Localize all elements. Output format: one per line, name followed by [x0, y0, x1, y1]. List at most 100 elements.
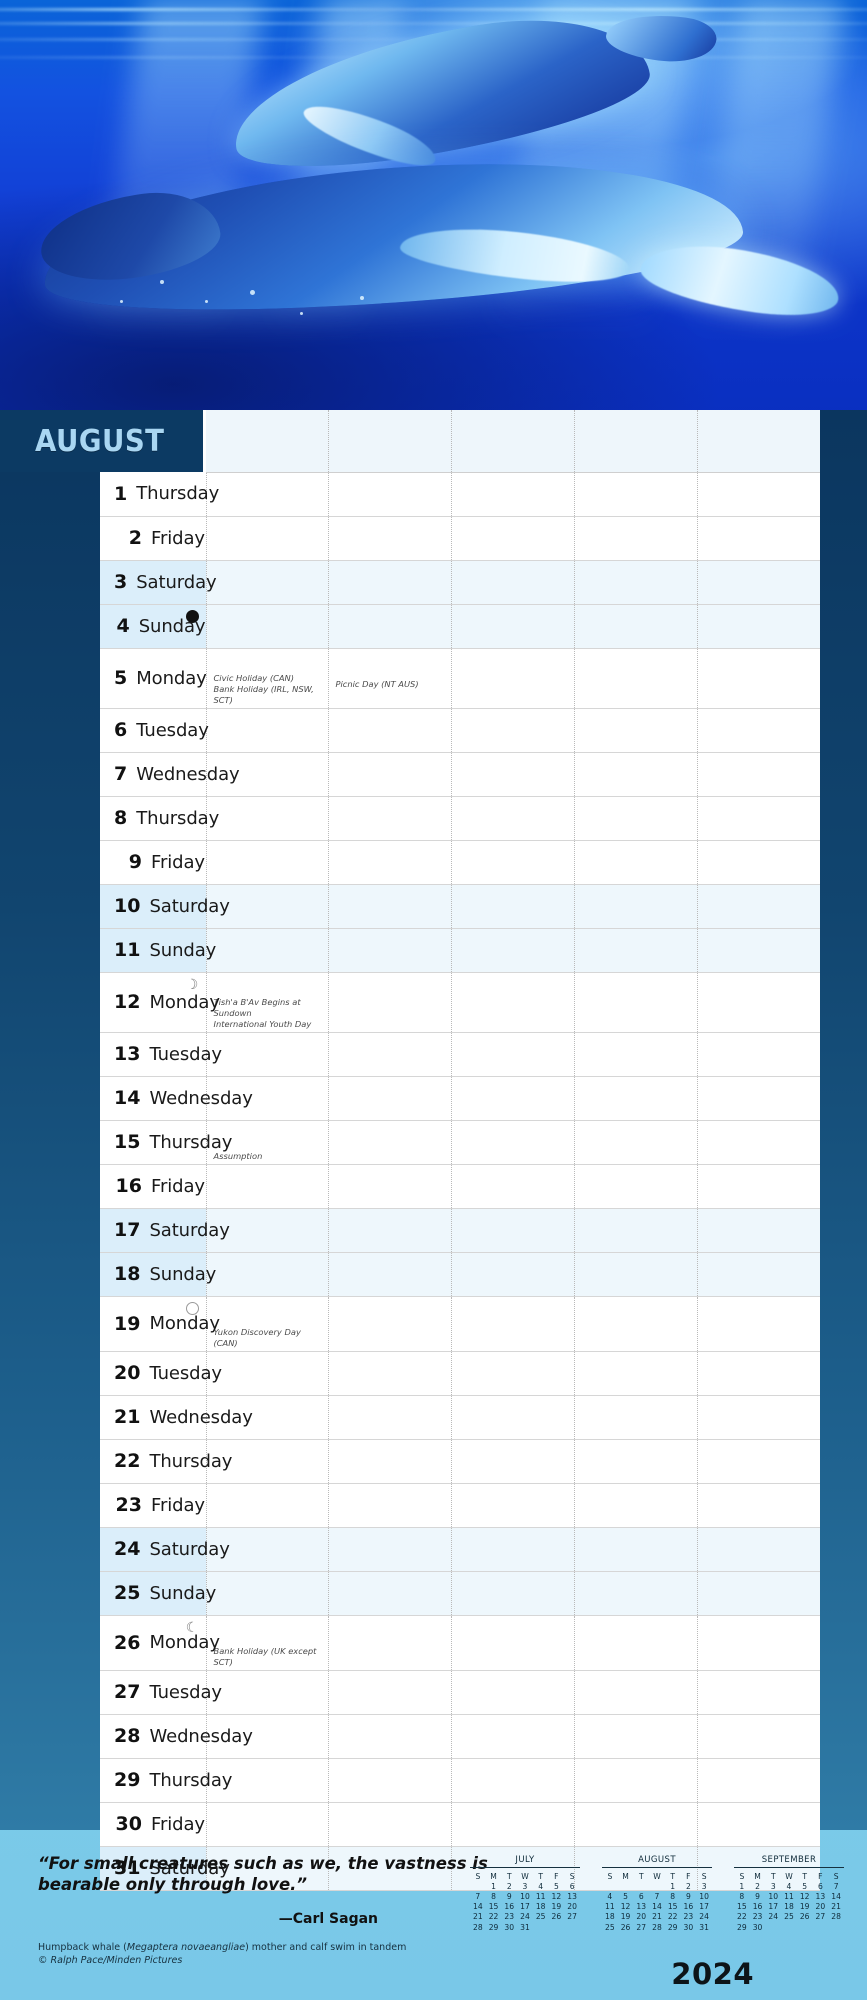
entry-cell[interactable]: [328, 472, 452, 517]
entry-cell[interactable]: [697, 1164, 820, 1209]
notes-cell[interactable]: [206, 1802, 329, 1847]
entry-cell[interactable]: [451, 516, 575, 561]
entry-cell[interactable]: [328, 708, 452, 753]
entry-cell[interactable]: [574, 472, 698, 517]
notes-cell[interactable]: [206, 1032, 329, 1077]
entry-cell[interactable]: [328, 560, 452, 605]
notes-cell[interactable]: [206, 1164, 329, 1209]
entry-cell[interactable]: [697, 1670, 820, 1715]
entry-cell[interactable]: [451, 1296, 575, 1352]
entry-cell[interactable]: [328, 1758, 452, 1803]
entry-cell[interactable]: [574, 648, 698, 709]
entry-cell[interactable]: [451, 708, 575, 753]
entry-cell[interactable]: [451, 560, 575, 605]
entry-cell[interactable]: [697, 840, 820, 885]
header-cell-5[interactable]: [697, 410, 820, 473]
entry-cell[interactable]: [574, 1483, 698, 1528]
entry-cell[interactable]: [328, 1351, 452, 1396]
entry-cell[interactable]: [574, 752, 698, 797]
entry-cell[interactable]: [697, 752, 820, 797]
entry-cell[interactable]: [451, 1670, 575, 1715]
entry-cell[interactable]: [697, 472, 820, 517]
entry-cell[interactable]: [574, 1758, 698, 1803]
entry-cell[interactable]: [451, 796, 575, 841]
entry-cell[interactable]: [328, 1439, 452, 1484]
entry-cell[interactable]: [697, 708, 820, 753]
entry-cell[interactable]: [574, 1439, 698, 1484]
entry-cell[interactable]: [328, 1670, 452, 1715]
entry-cell[interactable]: [574, 928, 698, 973]
notes-cell[interactable]: [206, 1351, 329, 1396]
entry-cell[interactable]: [328, 1076, 452, 1121]
notes-cell[interactable]: Civic Holiday (CAN) Bank Holiday (IRL, NS…: [206, 648, 329, 709]
entry-cell[interactable]: [697, 604, 820, 649]
entry-cell[interactable]: [574, 884, 698, 929]
entry-cell[interactable]: [574, 1032, 698, 1077]
entry-cell[interactable]: [328, 1527, 452, 1572]
entry-cell[interactable]: Picnic Day (NT AUS): [328, 648, 452, 709]
entry-cell[interactable]: [574, 708, 698, 753]
entry-cell[interactable]: [328, 1032, 452, 1077]
entry-cell[interactable]: [451, 1439, 575, 1484]
header-cell-notes[interactable]: [206, 410, 329, 473]
entry-cell[interactable]: [451, 972, 575, 1033]
entry-cell[interactable]: [328, 840, 452, 885]
entry-cell[interactable]: [328, 884, 452, 929]
notes-cell[interactable]: [206, 1252, 329, 1297]
entry-cell[interactable]: [697, 1032, 820, 1077]
entry-cell[interactable]: [451, 752, 575, 797]
notes-cell[interactable]: [206, 472, 329, 517]
entry-cell[interactable]: [697, 1208, 820, 1253]
entry-cell[interactable]: [328, 1571, 452, 1616]
entry-cell[interactable]: [451, 1076, 575, 1121]
entry-cell[interactable]: [451, 1208, 575, 1253]
entry-cell[interactable]: [697, 1439, 820, 1484]
entry-cell[interactable]: [328, 1164, 452, 1209]
entry-cell[interactable]: [451, 928, 575, 973]
notes-cell[interactable]: Bank Holiday (UK except SCT): [206, 1615, 329, 1671]
entry-cell[interactable]: [451, 1252, 575, 1297]
entry-cell[interactable]: [574, 560, 698, 605]
entry-cell[interactable]: [451, 1120, 575, 1165]
entry-cell[interactable]: [697, 796, 820, 841]
entry-cell[interactable]: [574, 796, 698, 841]
entry-cell[interactable]: [697, 1076, 820, 1121]
entry-cell[interactable]: [697, 1714, 820, 1759]
entry-cell[interactable]: [451, 1483, 575, 1528]
entry-cell[interactable]: [328, 1714, 452, 1759]
entry-cell[interactable]: [574, 1076, 698, 1121]
entry-cell[interactable]: [574, 1670, 698, 1715]
entry-cell[interactable]: [451, 1395, 575, 1440]
entry-cell[interactable]: [574, 1802, 698, 1847]
entry-cell[interactable]: [574, 1351, 698, 1396]
entry-cell[interactable]: [574, 516, 698, 561]
notes-cell[interactable]: [206, 708, 329, 753]
entry-cell[interactable]: [697, 1571, 820, 1616]
entry-cell[interactable]: [697, 560, 820, 605]
entry-cell[interactable]: [451, 1802, 575, 1847]
entry-cell[interactable]: [697, 1395, 820, 1440]
entry-cell[interactable]: [574, 1208, 698, 1253]
entry-cell[interactable]: [451, 604, 575, 649]
entry-cell[interactable]: [574, 1615, 698, 1671]
entry-cell[interactable]: [328, 1120, 452, 1165]
entry-cell[interactable]: [697, 1483, 820, 1528]
notes-cell[interactable]: [206, 840, 329, 885]
entry-cell[interactable]: [574, 1296, 698, 1352]
entry-cell[interactable]: [697, 1252, 820, 1297]
entry-cell[interactable]: [574, 1252, 698, 1297]
notes-cell[interactable]: Tish'a B'Av Begins at Sundown Internation…: [206, 972, 329, 1033]
header-cell-4[interactable]: [574, 410, 698, 473]
entry-cell[interactable]: [328, 1802, 452, 1847]
entry-cell[interactable]: [451, 472, 575, 517]
entry-cell[interactable]: [451, 648, 575, 709]
entry-cell[interactable]: [451, 1571, 575, 1616]
entry-cell[interactable]: [697, 884, 820, 929]
notes-cell[interactable]: [206, 516, 329, 561]
entry-cell[interactable]: [328, 1615, 452, 1671]
entry-cell[interactable]: [451, 1527, 575, 1572]
entry-cell[interactable]: [574, 1164, 698, 1209]
entry-cell[interactable]: [451, 1164, 575, 1209]
entry-cell[interactable]: [697, 1802, 820, 1847]
entry-cell[interactable]: [328, 796, 452, 841]
